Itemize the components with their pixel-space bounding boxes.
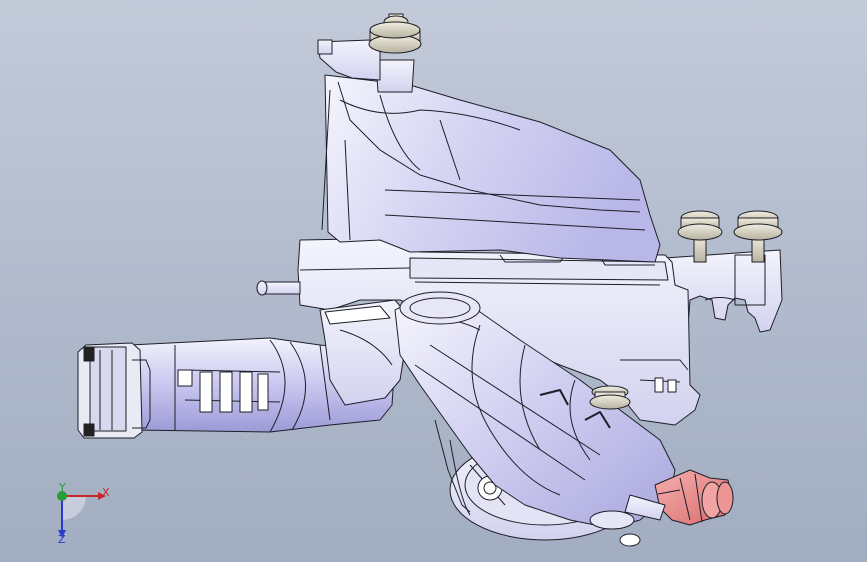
electrical-plug-icon — [77, 342, 151, 439]
cad-model-render[interactable] — [0, 0, 867, 562]
axis-y-label: Y — [59, 481, 66, 494]
reservoir-tank — [321, 74, 661, 263]
axis-x-label: X — [102, 486, 110, 499]
axis-triad: X Y Z — [44, 478, 116, 548]
gear-bolt-icon — [589, 385, 631, 410]
axis-z-label: Z — [58, 533, 66, 546]
cad-viewport[interactable]: X Y Z — [0, 0, 867, 562]
gear-bolt-icon — [368, 13, 422, 54]
housing-hook — [256, 280, 301, 296]
